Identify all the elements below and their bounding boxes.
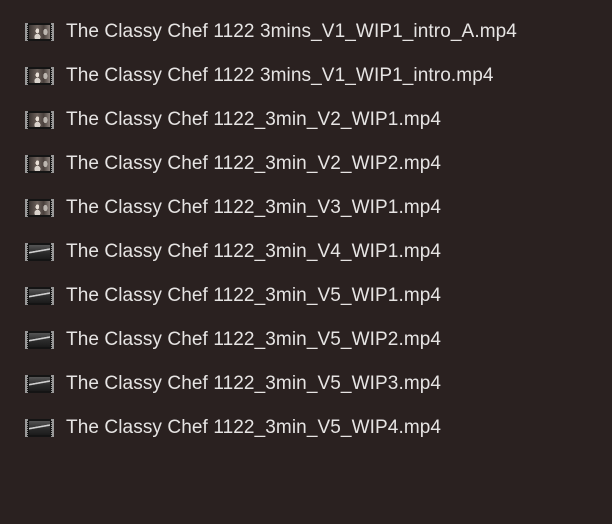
file-name: The Classy Chef 1122_3min_V2_WIP1.mp4 <box>66 109 442 130</box>
file-row[interactable]: The Classy Chef 1122_3min_V5_WIP2.mp4 <box>0 318 612 362</box>
file-name: The Classy Chef 1122 3mins_V1_WIP1_intro… <box>66 21 517 42</box>
video-thumbnail-icon <box>25 23 54 41</box>
video-thumbnail-icon <box>25 331 54 349</box>
video-thumbnail-icon <box>25 287 54 305</box>
video-thumbnail-icon <box>25 419 54 437</box>
video-thumbnail-icon <box>25 199 54 217</box>
file-name: The Classy Chef 1122_3min_V5_WIP1.mp4 <box>66 285 442 306</box>
file-list: The Classy Chef 1122 3mins_V1_WIP1_intro… <box>0 10 612 450</box>
video-thumbnail-icon <box>25 243 54 261</box>
file-name: The Classy Chef 1122_3min_V5_WIP4.mp4 <box>66 417 442 438</box>
file-name: The Classy Chef 1122_3min_V3_WIP1.mp4 <box>66 197 442 218</box>
file-row[interactable]: The Classy Chef 1122 3mins_V1_WIP1_intro… <box>0 54 612 98</box>
video-thumbnail-icon <box>25 375 54 393</box>
file-name: The Classy Chef 1122_3min_V4_WIP1.mp4 <box>66 241 442 262</box>
file-row[interactable]: The Classy Chef 1122_3min_V2_WIP1.mp4 <box>0 98 612 142</box>
video-thumbnail-icon <box>25 155 54 173</box>
file-row[interactable]: The Classy Chef 1122_3min_V5_WIP1.mp4 <box>0 274 612 318</box>
video-thumbnail-icon <box>25 67 54 85</box>
file-row[interactable]: The Classy Chef 1122_3min_V2_WIP2.mp4 <box>0 142 612 186</box>
file-row[interactable]: The Classy Chef 1122_3min_V5_WIP3.mp4 <box>0 362 612 406</box>
file-row[interactable]: The Classy Chef 1122 3mins_V1_WIP1_intro… <box>0 10 612 54</box>
file-name: The Classy Chef 1122_3min_V5_WIP2.mp4 <box>66 329 442 350</box>
file-row[interactable]: The Classy Chef 1122_3min_V3_WIP1.mp4 <box>0 186 612 230</box>
file-row[interactable]: The Classy Chef 1122_3min_V4_WIP1.mp4 <box>0 230 612 274</box>
file-row[interactable]: The Classy Chef 1122_3min_V5_WIP4.mp4 <box>0 406 612 450</box>
file-name: The Classy Chef 1122 3mins_V1_WIP1_intro… <box>66 65 494 86</box>
video-thumbnail-icon <box>25 111 54 129</box>
file-name: The Classy Chef 1122_3min_V5_WIP3.mp4 <box>66 373 442 394</box>
file-name: The Classy Chef 1122_3min_V2_WIP2.mp4 <box>66 153 442 174</box>
